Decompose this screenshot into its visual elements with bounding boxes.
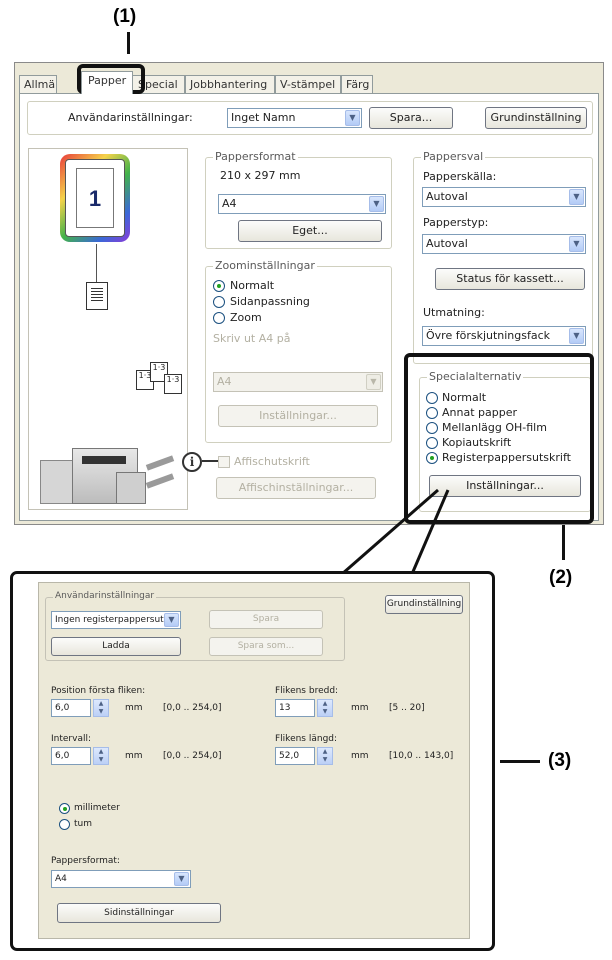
tab-width-label: Flikens bredd: [275,686,339,696]
tab-length-unit: mm [351,751,369,761]
interval-range: [0,0 .. 254,0] [163,751,222,761]
chevron-down-icon: ▼ [164,613,179,627]
page-settings-button[interactable]: Sidinställningar [57,903,221,923]
tab-width-spinner[interactable]: ▲ ▼ [317,699,333,717]
interval-spinner[interactable]: ▲ ▼ [93,747,109,765]
sub-save-button[interactable]: Spara [209,610,323,629]
first-tab-pos-unit: mm [125,703,143,713]
unit-inch-label: tum [74,819,92,829]
unit-inch-radio[interactable] [59,819,70,830]
tab-paper-settings-callout: Användarinställningar Ingen registerpapp… [10,571,495,951]
sub-save-as-button[interactable]: Spara som... [209,637,323,656]
tab-paper[interactable]: Papper [81,71,133,94]
sub-load-button[interactable]: Ladda [51,637,181,656]
interval-input[interactable]: 6,0 [51,747,91,765]
chevron-down-icon: ▼ [174,872,189,886]
first-tab-pos-input[interactable]: 6,0 [51,699,91,717]
tab-length-spinner[interactable]: ▲ ▼ [317,747,333,765]
connector-right [410,489,450,575]
tab-width-unit: mm [351,703,369,713]
sub-paper-format-label: Pappersformat: [51,856,120,866]
sub-paper-format-select[interactable]: A4 ▼ [51,870,191,888]
tab-width-input[interactable]: 13 [275,699,315,717]
tab-length-input[interactable]: 52,0 [275,747,315,765]
tab-length-range: [10,0 .. 143,0] [389,751,454,761]
first-tab-pos-spinner[interactable]: ▲ ▼ [93,699,109,717]
sub-default-button[interactable]: Grundinställning [385,595,463,614]
tab-length-label: Flikens längd: [275,734,338,744]
first-tab-pos-range: [0,0 .. 254,0] [163,703,222,713]
unit-millimeter-radio[interactable] [59,803,70,814]
sub-user-settings-title: Användarinställningar [53,591,157,601]
interval-label: Intervall: [51,734,91,744]
tab-width-range: [5 .. 20] [389,703,425,713]
first-tab-pos-label: Position första fliken: [51,686,146,696]
connector-left [341,488,439,576]
tab-paper-settings-dialog: Användarinställningar Ingen registerpapp… [38,582,470,939]
unit-millimeter-label: millimeter [74,803,120,813]
sub-user-settings-select[interactable]: Ingen registerpappersutsk ▼ [51,611,181,629]
interval-unit: mm [125,751,143,761]
